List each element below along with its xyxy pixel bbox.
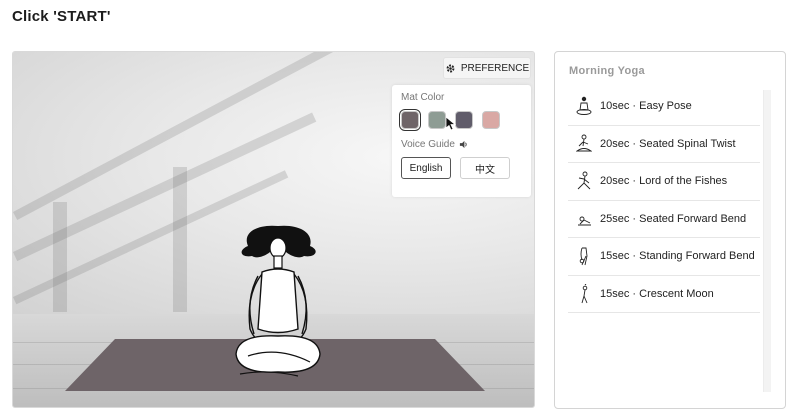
mat-color-swatches xyxy=(399,109,522,131)
yogi-figure xyxy=(235,225,321,377)
routine-list: 10sec · Easy Pose 20sec · Seated Spinal … xyxy=(568,88,760,313)
language-chinese-button[interactable]: 中文 xyxy=(460,157,510,179)
language-english-button[interactable]: English xyxy=(401,157,451,179)
preference-button[interactable]: PREFERENCE xyxy=(443,57,531,79)
standing-forward-bend-icon xyxy=(579,247,588,266)
seated-spinal-twist-icon xyxy=(576,134,592,152)
list-item[interactable]: 10sec · Easy Pose xyxy=(568,88,760,126)
mat-color-swatch-1[interactable] xyxy=(399,109,421,131)
easy-pose-icon xyxy=(576,97,592,116)
list-item[interactable]: 25sec · Seated Forward Bend xyxy=(568,201,760,238)
list-item[interactable]: 20sec · Seated Spinal Twist xyxy=(568,126,760,163)
mat-color-swatch-3[interactable] xyxy=(455,111,473,129)
yoga-stage: PREFERENCE Mat Color Voice Guide English… xyxy=(12,51,535,408)
list-item[interactable]: 15sec · Standing Forward Bend xyxy=(568,238,760,276)
list-item[interactable]: 15sec · Crescent Moon xyxy=(568,276,760,313)
preference-panel: Mat Color Voice Guide English 中文 xyxy=(392,85,531,197)
routine-panel: Morning Yoga 10sec · Easy Pose 20sec · S… xyxy=(554,51,786,409)
mouse-cursor-icon xyxy=(446,117,456,131)
mat-color-swatch-4[interactable] xyxy=(482,111,500,129)
list-item[interactable]: 20sec · Lord of the Fishes xyxy=(568,163,760,201)
gear-icon xyxy=(446,64,455,72)
page-title: Click 'START' xyxy=(12,8,111,25)
window-shadow xyxy=(173,167,187,312)
voice-guide-label: Voice Guide xyxy=(401,139,455,150)
routine-scrollbar[interactable] xyxy=(763,90,771,392)
mat-color-swatch-2[interactable] xyxy=(428,111,446,129)
preference-button-label: PREFERENCE xyxy=(460,62,530,74)
window-shadow xyxy=(53,202,67,312)
lord-of-the-fishes-icon xyxy=(577,171,591,190)
crescent-moon-icon xyxy=(581,283,588,303)
speaker-icon xyxy=(459,140,467,149)
seated-forward-bend-icon xyxy=(578,216,591,226)
routine-title: Morning Yoga xyxy=(569,65,645,77)
mat-color-label: Mat Color xyxy=(401,92,445,103)
